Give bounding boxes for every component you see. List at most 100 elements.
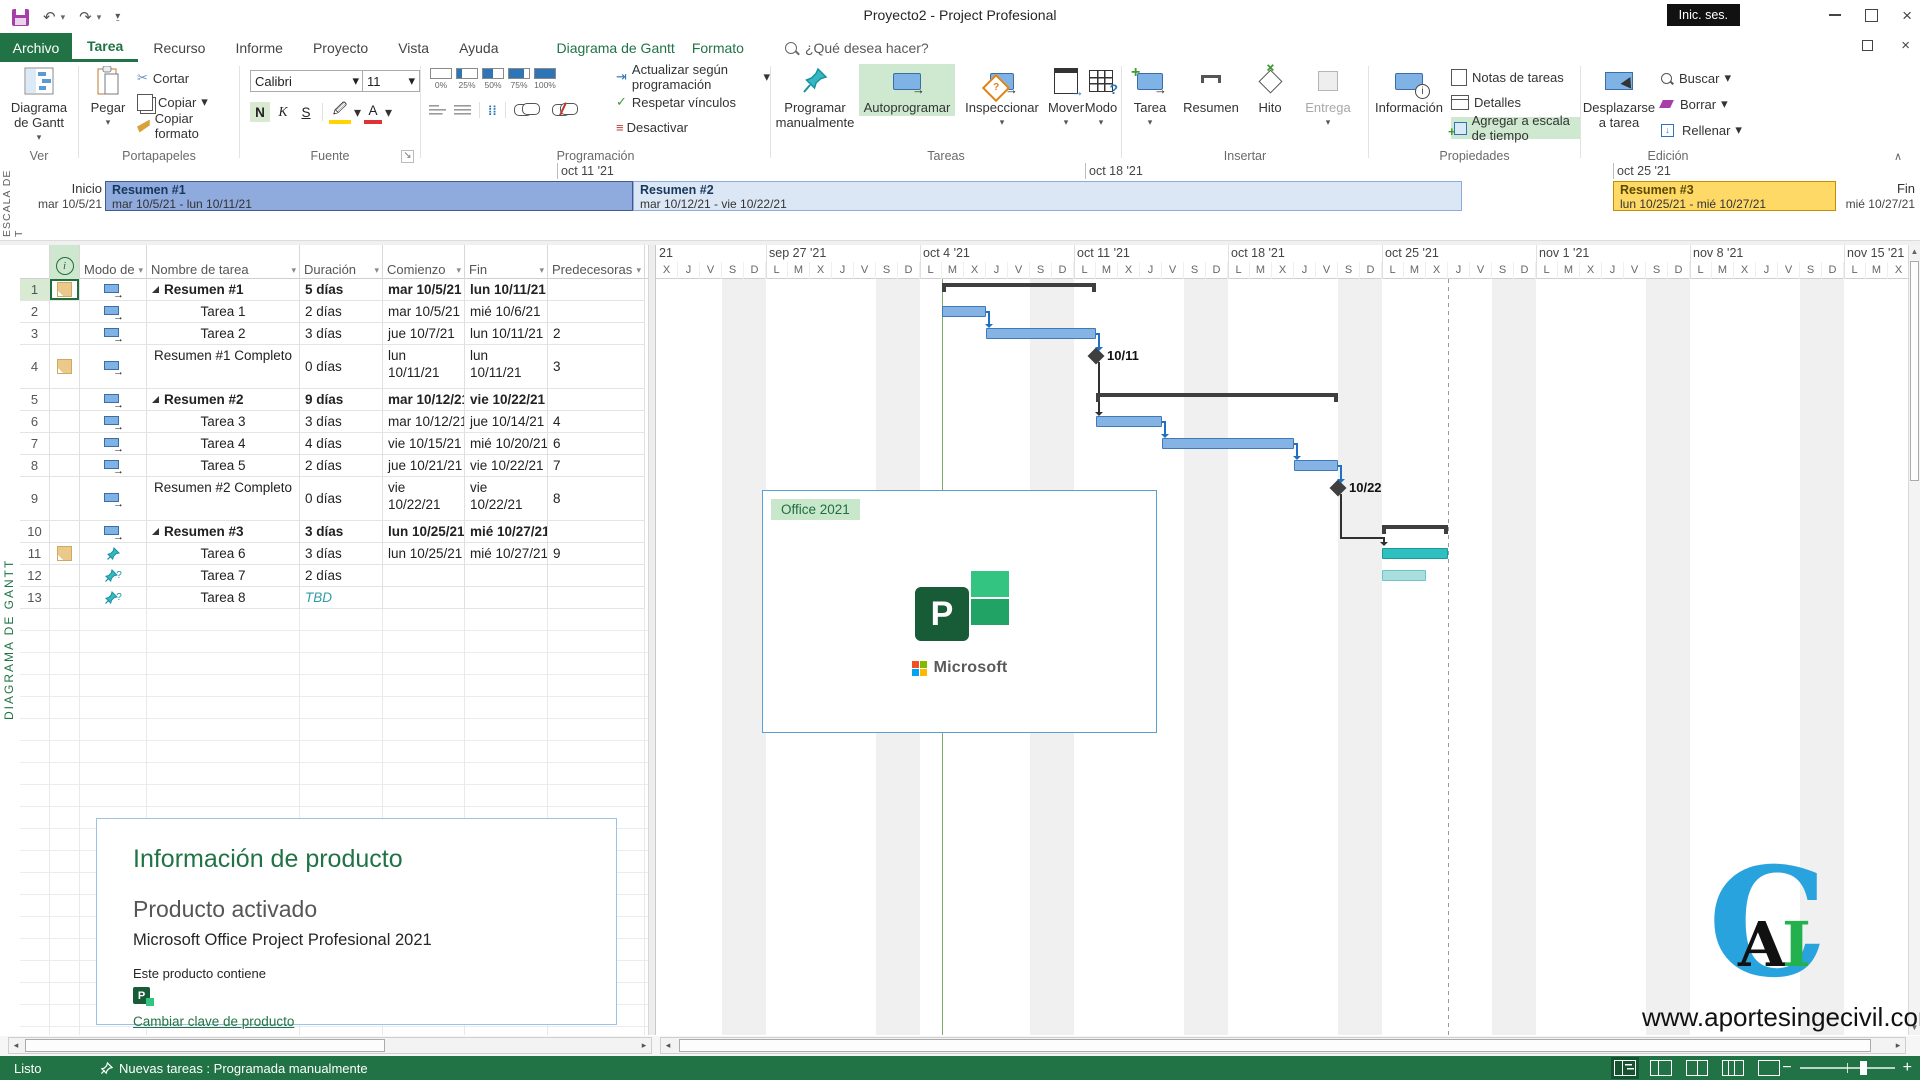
info-cell[interactable]	[50, 301, 80, 323]
row-number[interactable]: 4	[20, 345, 50, 389]
outdent-icon[interactable]	[429, 103, 446, 117]
start-cell[interactable]: jue 10/21/21	[383, 455, 465, 477]
info-cell[interactable]	[50, 587, 80, 609]
row-number[interactable]: 13	[20, 587, 50, 609]
tab-vista[interactable]: Vista	[383, 33, 444, 62]
info-cell[interactable]	[50, 323, 80, 345]
start-cell[interactable]: lun 10/25/21	[383, 543, 465, 565]
inactivate-button[interactable]: ≡Desactivar	[616, 117, 770, 137]
mode-cell[interactable]: →	[80, 389, 147, 411]
task-bar[interactable]	[1294, 460, 1338, 471]
percent-25%-button[interactable]: 25%	[455, 68, 479, 90]
indent-icon[interactable]	[454, 103, 471, 117]
task-name-cell[interactable]: Tarea 4	[147, 433, 300, 455]
start-cell[interactable]: vie 10/15/21	[383, 433, 465, 455]
end-cell[interactable]: vie 10/22/21	[465, 389, 548, 411]
duration-cell[interactable]: 3 días	[300, 323, 383, 345]
task-bar[interactable]	[942, 306, 986, 317]
task-bar[interactable]	[1162, 438, 1294, 449]
update-as-scheduled-button[interactable]: ⇥Actualizar según programación▾	[616, 67, 770, 87]
insert-milestone-button[interactable]: Hito	[1248, 64, 1292, 116]
start-cell[interactable]: lun 10/11/21	[383, 345, 465, 389]
start-cell[interactable]	[383, 587, 465, 609]
scroll-up-icon[interactable]: ▲	[1909, 245, 1920, 259]
task-name-cell[interactable]: Tarea 8	[147, 587, 300, 609]
predecessor-cell[interactable]: 9	[548, 543, 645, 565]
mode-cell[interactable]: →	[80, 411, 147, 433]
format-painter-button[interactable]: Copiar formato	[137, 116, 239, 136]
gantt-view-shortcut[interactable]	[1614, 1060, 1636, 1076]
zoom-in-icon[interactable]: +	[1903, 1059, 1912, 1077]
tab-diagrama-de-gantt[interactable]: Diagrama de Gantt	[542, 33, 690, 62]
info-column-header[interactable]: i	[50, 245, 80, 279]
end-cell[interactable]: vie 10/22/21	[465, 455, 548, 477]
start-cell[interactable]: jue 10/7/21	[383, 323, 465, 345]
start-cell[interactable]: mar 10/5/21	[383, 279, 465, 301]
end-cell[interactable]: mié 10/20/21	[465, 433, 548, 455]
task-name-cell[interactable]: Resumen #2	[147, 389, 300, 411]
mode-cell[interactable]: →	[80, 521, 147, 543]
task-usage-view-shortcut[interactable]	[1650, 1060, 1672, 1076]
duration-cell[interactable]: 3 días	[300, 521, 383, 543]
tab-recurso[interactable]: Recurso	[138, 33, 220, 62]
gantt-hscrollbar[interactable]: ◂ ▸	[660, 1037, 1906, 1054]
split-task-icon[interactable]: ⁞⁞	[488, 103, 497, 118]
info-cell[interactable]	[50, 411, 80, 433]
scroll-down-icon[interactable]: ▼	[1909, 1021, 1920, 1035]
info-cell[interactable]	[50, 543, 80, 565]
row-number[interactable]: 6	[20, 411, 50, 433]
scroll-right-icon[interactable]: ▸	[637, 1038, 651, 1053]
predecessor-cell[interactable]: 6	[548, 433, 645, 455]
mode-cell[interactable]	[80, 543, 147, 565]
start-cell[interactable]: mar 10/12/21	[383, 389, 465, 411]
column-header-comienzo[interactable]: Comienzo▾	[383, 245, 465, 279]
mode-cell[interactable]: ?	[80, 565, 147, 587]
timeline-bar-2[interactable]: Resumen #2mar 10/12/21 - vie 10/22/21	[633, 181, 1462, 211]
zoom-slider[interactable]	[1800, 1067, 1895, 1069]
end-cell[interactable]: jue 10/14/21	[465, 411, 548, 433]
gantt-hscroll-thumb[interactable]	[679, 1039, 1871, 1052]
task-name-cell[interactable]: Resumen #2 Completo	[147, 477, 300, 521]
predecessor-cell[interactable]: 8	[548, 477, 645, 521]
table-row[interactable]: 7→Tarea 44 díasvie 10/15/21mié 10/20/216	[20, 433, 648, 455]
info-cell[interactable]	[50, 279, 80, 301]
table-row[interactable]: 3→Tarea 23 díasjue 10/7/21lun 10/11/212	[20, 323, 648, 345]
respect-links-button[interactable]: ✓Respetar vínculos	[616, 92, 770, 112]
row-number[interactable]: 1	[20, 279, 50, 301]
table-row[interactable]: 10→Resumen #33 díaslun 10/25/21mié 10/27…	[20, 521, 648, 543]
fuente-dialog-launcher[interactable]: ↘	[401, 150, 414, 163]
mode-cell[interactable]: →	[80, 455, 147, 477]
insert-summary-button[interactable]: Resumen	[1178, 64, 1244, 116]
minimize-icon[interactable]	[1829, 14, 1841, 16]
change-product-key-link[interactable]: Cambiar clave de producto	[133, 1014, 294, 1029]
row-number[interactable]: 9	[20, 477, 50, 521]
scroll-left-icon[interactable]: ◂	[9, 1038, 23, 1053]
mode-button[interactable]: Modo ▾	[1081, 64, 1121, 127]
task-name-cell[interactable]: Tarea 2	[147, 323, 300, 345]
details-button[interactable]: Detalles	[1451, 92, 1580, 112]
info-cell[interactable]	[50, 455, 80, 477]
table-row[interactable]: 6→Tarea 33 díasmar 10/12/21jue 10/14/214	[20, 411, 648, 433]
end-cell[interactable]: mié 10/27/21	[465, 543, 548, 565]
table-hscrollbar[interactable]: ◂ ▸	[8, 1037, 652, 1054]
predecessor-cell[interactable]	[548, 279, 645, 301]
row-number[interactable]: 12	[20, 565, 50, 587]
column-header-fin[interactable]: Fin▾	[465, 245, 548, 279]
duration-cell[interactable]: 3 días	[300, 411, 383, 433]
row-number[interactable]: 7	[20, 433, 50, 455]
task-name-cell[interactable]: Tarea 5	[147, 455, 300, 477]
percent-75%-button[interactable]: 75%	[507, 68, 531, 90]
tell-me-search[interactable]: ¿Qué desea hacer?	[785, 33, 929, 62]
task-name-cell[interactable]: Tarea 7	[147, 565, 300, 587]
new-tasks-mode-button[interactable]: Nuevas tareas : Programada manualmente	[100, 1061, 368, 1076]
duration-cell[interactable]: TBD	[300, 587, 383, 609]
font-size-select[interactable]: 11▾	[362, 70, 420, 92]
info-cell[interactable]	[50, 389, 80, 411]
tab-archivo[interactable]: Archivo	[0, 33, 72, 62]
table-row[interactable]: 12?Tarea 72 días	[20, 565, 648, 587]
tab-proyecto[interactable]: Proyecto	[298, 33, 383, 62]
predecessor-cell[interactable]	[548, 565, 645, 587]
add-to-timeline-button[interactable]: Agregar a escala de tiempo	[1451, 117, 1580, 139]
table-row[interactable]: 1→Resumen #15 díasmar 10/5/21lun 10/11/2…	[20, 279, 648, 301]
mode-cell[interactable]: →	[80, 477, 147, 521]
